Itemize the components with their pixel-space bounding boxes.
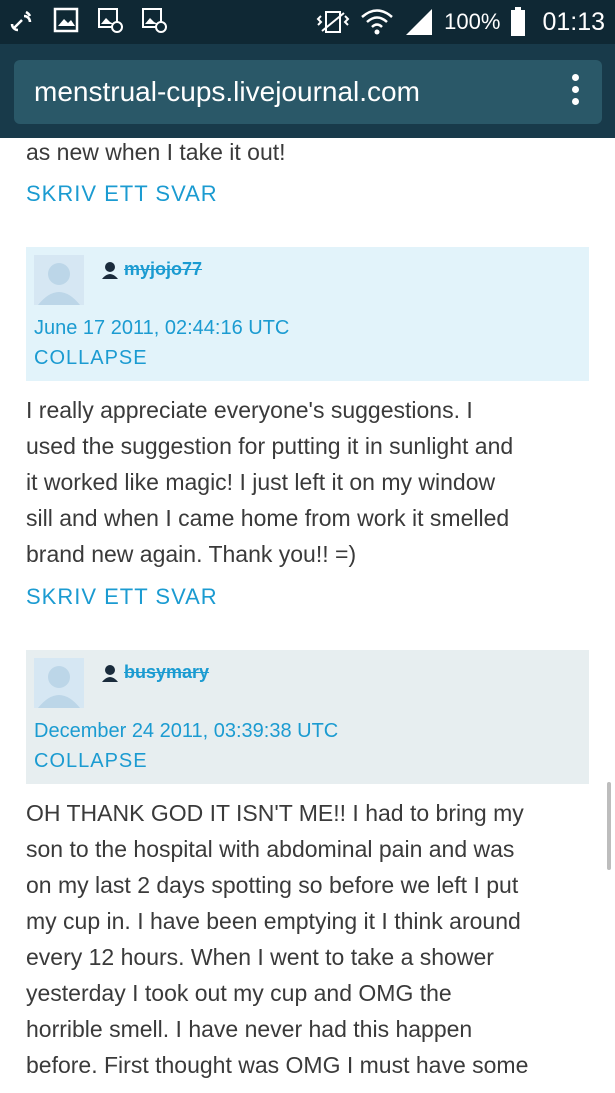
comment-line: sill and when I came home from work it s… [26, 505, 510, 531]
image-at-icon [142, 8, 167, 33]
system-indicators: 100% 01:13 [316, 0, 605, 44]
scrollbar-thumb[interactable] [607, 782, 611, 870]
comment-line: horrible smell. I have never had this ha… [26, 1016, 473, 1042]
comment-line: used the suggestion for putting it in su… [26, 433, 514, 459]
user-icon [102, 664, 118, 682]
comment-header: myjojo77 June 17 2011, 02:44:16 UTC COLL… [26, 247, 589, 381]
comment-line: son to the hospital with abdominal pain … [26, 836, 515, 862]
avatar[interactable] [34, 255, 84, 305]
username-link[interactable]: busymary [100, 662, 209, 683]
user-icon [102, 261, 118, 279]
page-content: as new when I take it out! SKRIV ETT SVA… [0, 138, 615, 1093]
comment-date[interactable]: June 17 2011, 02:44:16 UTC [34, 317, 289, 340]
avatar[interactable] [34, 658, 84, 708]
battery-icon [511, 7, 526, 36]
battery-percent: 100% [444, 9, 501, 34]
collapse-link[interactable]: COLLAPSE [34, 750, 148, 773]
clock: 01:13 [542, 7, 605, 36]
comment-line: OH THANK GOD IT ISN'T ME!! I had to brin… [26, 800, 524, 826]
comment-line: on my last 2 days spotting so before we … [26, 872, 519, 898]
image-at-icon [98, 8, 123, 33]
notification-icons [8, 6, 168, 34]
comment-body: OH THANK GOD IT ISN'T ME!! I had to brin… [26, 795, 594, 1083]
comment-line: every 12 hours. When I went to take a sh… [26, 944, 494, 970]
comment-line: yesterday I took out my cup and OMG the [26, 980, 452, 1006]
comment-text-fragment: as new when I take it out! [26, 139, 286, 165]
comment-line: before. First thought was OMG I must hav… [26, 1052, 529, 1078]
signal-icon [406, 9, 433, 35]
vibrate-icon [316, 11, 350, 33]
username-link[interactable]: myjojo77 [100, 259, 202, 280]
collapse-link[interactable]: COLLAPSE [34, 347, 148, 370]
comment-line: brand new again. Thank you!! =) [26, 541, 357, 567]
username[interactable]: myjojo77 [124, 259, 202, 280]
browser-toolbar: menstrual-cups.livejournal.com [0, 44, 615, 138]
link-icon [10, 10, 32, 32]
reply-link[interactable]: SKRIV ETT SVAR [26, 181, 218, 207]
more-vert-icon[interactable] [570, 74, 580, 110]
url-text[interactable]: menstrual-cups.livejournal.com [34, 76, 420, 108]
comment-body: I really appreciate everyone's suggestio… [26, 392, 594, 572]
wifi-icon [361, 9, 393, 35]
comment-date[interactable]: December 24 2011, 03:39:38 UTC [34, 720, 338, 743]
username[interactable]: busymary [124, 662, 209, 683]
url-bar[interactable]: menstrual-cups.livejournal.com [14, 60, 602, 124]
image-icon [53, 7, 79, 33]
comment-line: I really appreciate everyone's suggestio… [26, 397, 473, 423]
comment-line: my cup in. I have been emptying it I thi… [26, 908, 521, 934]
reply-link[interactable]: SKRIV ETT SVAR [26, 584, 218, 610]
comment-line: it worked like magic! I just left it on … [26, 469, 496, 495]
status-bar: 100% 01:13 [0, 0, 615, 44]
comment-header: busymary December 24 2011, 03:39:38 UTC … [26, 650, 589, 784]
